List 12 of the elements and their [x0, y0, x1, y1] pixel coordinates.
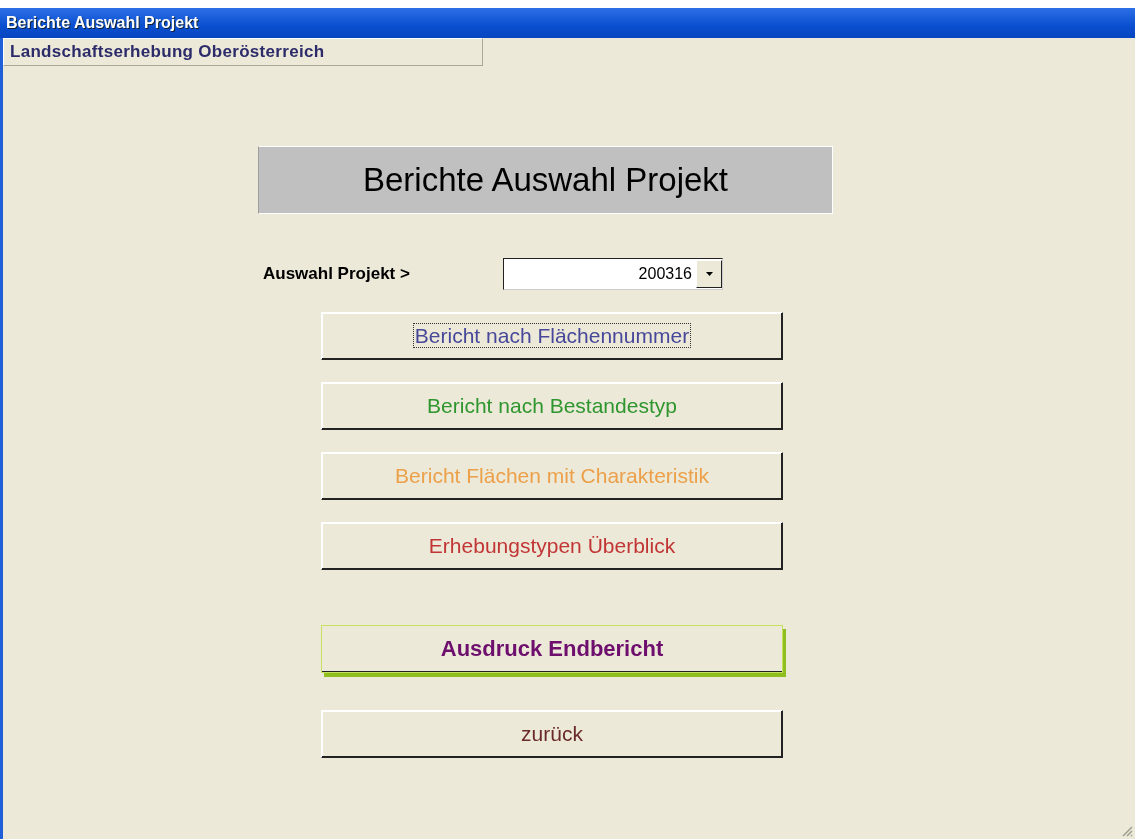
- report-button[interactable]: Bericht nach Flächennummer: [321, 312, 783, 360]
- resize-grip-icon: [1121, 825, 1133, 837]
- project-dropdown[interactable]: 200316: [503, 258, 723, 290]
- project-label: Landschaftserhebung Oberösterreich: [3, 38, 483, 66]
- window-title: Berichte Auswahl Projekt: [0, 8, 1135, 38]
- select-label: Auswahl Projekt >: [263, 264, 411, 284]
- dropdown-value: 200316: [638, 265, 693, 283]
- report-button[interactable]: Erhebungstypen Überblick: [321, 522, 783, 570]
- form-heading: Berichte Auswahl Projekt: [258, 146, 833, 214]
- report-button[interactable]: zurück: [321, 710, 783, 758]
- caret-icon: [705, 272, 713, 276]
- dropdown-button[interactable]: [696, 260, 722, 288]
